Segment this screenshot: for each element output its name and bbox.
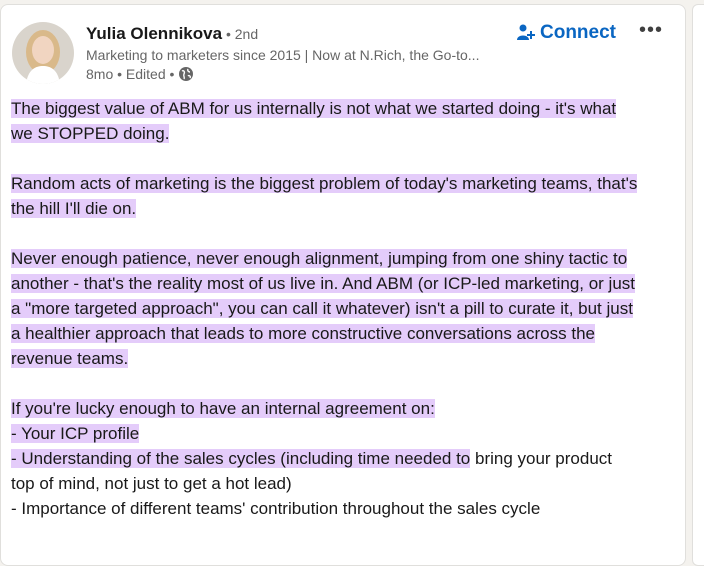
author-name[interactable]: Yulia Olennikova	[86, 24, 222, 43]
plain-text: bring your product	[470, 449, 613, 468]
post-line: - Importance of different teams' contrib…	[11, 499, 541, 518]
post-line: - Understanding of the sales cycles (inc…	[11, 446, 671, 471]
connect-button[interactable]: Connect	[516, 20, 616, 46]
post-line: a healthier approach that leads to more …	[11, 321, 671, 346]
more-options-button[interactable]: •••	[638, 18, 664, 42]
post-text: The biggest value of ABM for us internal…	[11, 96, 671, 521]
post-line: top of mind, not just to get a hot lead)	[11, 474, 292, 493]
post-line: If you're lucky enough to have an intern…	[11, 396, 671, 421]
highlighted-text: a healthier approach that leads to more …	[11, 324, 595, 343]
post-line: we STOPPED doing.	[11, 121, 671, 146]
globe-icon	[179, 67, 194, 81]
post-line: - Your ICP profile	[11, 421, 671, 446]
highlighted-text: Random acts of marketing is the biggest …	[11, 174, 638, 193]
post-line: Random acts of marketing is the biggest …	[11, 171, 671, 196]
highlighted-text: another - that's the reality most of us …	[11, 274, 636, 293]
author-name-line[interactable]: Yulia Olennikova • 2nd	[86, 24, 258, 44]
avatar-photo	[12, 22, 74, 84]
avatar[interactable]	[12, 22, 74, 84]
post-line: a "more targeted approach", you can call…	[11, 296, 671, 321]
highlighted-text: a "more targeted approach", you can call…	[11, 299, 633, 318]
post-line: revenue teams.	[11, 346, 671, 371]
highlighted-text: The biggest value of ABM for us internal…	[11, 99, 617, 118]
side-panel-edge	[692, 4, 704, 566]
highlighted-text: Never enough patience, never enough alig…	[11, 249, 628, 268]
connection-degree: • 2nd	[222, 26, 259, 42]
post-meta: 8mo • Edited •	[86, 66, 194, 82]
add-person-icon	[517, 24, 535, 40]
post-line: another - that's the reality most of us …	[11, 271, 671, 296]
highlighted-text: revenue teams.	[11, 349, 129, 368]
highlighted-text: If you're lucky enough to have an intern…	[11, 399, 435, 418]
highlighted-text: we STOPPED doing.	[11, 124, 170, 143]
post-line: the hill I'll die on.	[11, 196, 671, 221]
highlighted-text: - Your ICP profile	[11, 424, 140, 443]
author-headline: Marketing to marketers since 2015 | Now …	[86, 47, 480, 63]
post-line: Never enough patience, never enough alig…	[11, 246, 671, 271]
post-line: The biggest value of ABM for us internal…	[11, 96, 671, 121]
connect-label: Connect	[540, 22, 616, 43]
highlighted-text: the hill I'll die on.	[11, 199, 137, 218]
post-time: 8mo • Edited •	[86, 66, 175, 82]
highlighted-text: - Understanding of the sales cycles (inc…	[11, 449, 471, 468]
